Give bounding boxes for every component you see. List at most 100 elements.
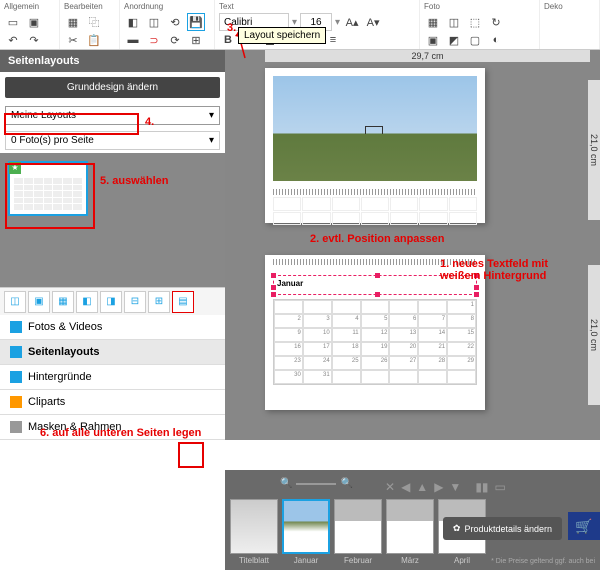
align-bottom-icon[interactable]: ▬ xyxy=(124,31,142,49)
sidebar-tabs: Fotos & Videos Seitenlayouts Hintergründ… xyxy=(0,315,225,440)
view-single-icon[interactable]: ▭ xyxy=(493,478,508,496)
sidebar: Seitenlayouts Grunddesign ändern Meine L… xyxy=(0,50,225,440)
photos-per-page-label: 0 Foto(s) pro Seite xyxy=(11,135,94,146)
camera-icon xyxy=(10,321,22,333)
layout-apply-bar: ◫ ▣ ▦ ◧ ◨ ⊟ ⊞ ▤ xyxy=(0,287,225,315)
change-design-button[interactable]: Grunddesign ändern xyxy=(5,77,220,98)
photo-placeholder[interactable] xyxy=(273,76,477,181)
ribbon-group-label: Deko xyxy=(544,2,595,11)
layout-thumbnail[interactable]: ★ xyxy=(8,161,88,216)
calendar-grid[interactable]: 1 2345678 9101112131415 16171819202122 2… xyxy=(273,299,477,385)
photo-filter-icon[interactable]: ▦ xyxy=(424,13,442,31)
layout-opt-icon[interactable]: ▣ xyxy=(28,291,50,313)
tab-seitenlayouts[interactable]: Seitenlayouts xyxy=(0,340,225,365)
bench-graphic xyxy=(365,126,383,134)
nav-buttons: ✕ ◀ ▲ ▶ ▼ ▮▮ ▭ xyxy=(383,478,508,496)
font-decrease-icon[interactable]: A▾ xyxy=(364,13,382,31)
photo-crop-icon[interactable]: ◫ xyxy=(445,13,463,31)
bottom-panel: 🔍 🔍 ✕ ◀ ▲ ▶ ▼ ▮▮ ▭ Titelblatt Januar Feb… xyxy=(225,470,600,570)
view-toggle-icon[interactable]: ▮▮ xyxy=(473,478,490,496)
sidebar-title: Seitenlayouts xyxy=(0,50,225,72)
spiral-binding xyxy=(273,189,477,195)
filmstrip-thumb[interactable]: Februar xyxy=(334,499,382,565)
filmstrip-thumb[interactable]: Januar xyxy=(282,499,330,565)
photo-shadow-icon[interactable]: ◩ xyxy=(445,31,463,49)
photos-per-page-select[interactable]: 0 Foto(s) pro Seite ▾ xyxy=(5,131,220,150)
photo-mask-icon[interactable]: ◐ xyxy=(487,31,505,49)
layout-opt-icon[interactable]: ◧ xyxy=(76,291,98,313)
calendar-page-top[interactable] xyxy=(265,68,485,223)
ribbon-group-label: Foto xyxy=(424,2,535,11)
annotation-2: 2. evtl. Position anpassen xyxy=(310,233,445,245)
bold-icon[interactable]: B xyxy=(219,31,237,49)
save-layout-icon[interactable]: 💾 xyxy=(187,13,205,31)
photo-frame-icon[interactable]: ▣ xyxy=(424,31,442,49)
nav-first-icon[interactable]: ✕ xyxy=(383,478,397,496)
zoom-in-icon[interactable]: 🔍 xyxy=(340,478,352,489)
font-increase-icon[interactable]: A▴ xyxy=(343,13,361,31)
tab-fotos[interactable]: Fotos & Videos xyxy=(0,315,225,340)
save-layout-tooltip: Layout speichern xyxy=(238,27,326,44)
layout-opt-icon[interactable]: ◫ xyxy=(4,291,26,313)
copy-icon[interactable]: ⿻ xyxy=(85,13,103,31)
layout-opt-icon[interactable]: ⊞ xyxy=(148,291,170,313)
filmstrip-thumb[interactable]: März xyxy=(386,499,434,565)
tab-masken[interactable]: Masken & Rahmen xyxy=(0,415,225,440)
ruler-horizontal: 29,7 cm xyxy=(265,50,590,62)
photo-effect-icon[interactable]: ⬚ xyxy=(466,13,484,31)
redo-icon[interactable]: ↷ xyxy=(25,31,43,49)
spiral-binding xyxy=(273,259,477,265)
magnet-icon[interactable]: ⊃ xyxy=(145,31,163,49)
new-icon[interactable]: ▭ xyxy=(4,13,22,31)
align-left-icon[interactable]: ◧ xyxy=(124,13,142,31)
layout-category-label: Meine Layouts xyxy=(11,110,76,121)
ruler-vertical: 21,0 cm xyxy=(588,265,600,405)
ruler-vertical: 21,0 cm xyxy=(588,80,600,220)
ribbon-group-label: Allgemein xyxy=(4,2,55,11)
calendar-mini-grid xyxy=(273,197,477,225)
layout-opt-icon[interactable]: ◨ xyxy=(100,291,122,313)
layout-opt-icon[interactable]: ⊟ xyxy=(124,291,146,313)
nav-next-icon[interactable]: ▶ xyxy=(432,478,445,496)
align-text-icon[interactable]: ≡ xyxy=(324,31,342,49)
cart-button[interactable]: 🛒 xyxy=(568,512,600,540)
mask-icon xyxy=(10,421,22,433)
price-footnote: * Die Preise geltend ggf. auch bei xyxy=(491,558,595,565)
apply-all-bottom-icon[interactable]: ▤ xyxy=(172,291,194,313)
layout-icon xyxy=(10,346,22,358)
calendar-page-bottom[interactable]: Januar 1 2345678 9101112131415 161718192… xyxy=(265,255,485,410)
paste-icon[interactable]: 📋 xyxy=(85,31,103,49)
photo-rotate-icon[interactable]: ↻ xyxy=(487,13,505,31)
cut-icon[interactable]: ✂ xyxy=(64,31,82,49)
chevron-down-icon: ▾ xyxy=(209,110,214,121)
open-icon[interactable]: ▣ xyxy=(25,13,43,31)
filmstrip-thumb[interactable]: Titelblatt xyxy=(230,499,278,565)
chevron-down-icon: ▾ xyxy=(209,135,214,146)
nav-down-icon[interactable]: ▼ xyxy=(447,478,463,496)
zoom-control[interactable]: 🔍 🔍 xyxy=(280,478,353,489)
product-details-button[interactable]: ✿ Produktdetails ändern xyxy=(443,517,562,540)
nav-prev-icon[interactable]: ◀ xyxy=(399,478,412,496)
annotation-box-6 xyxy=(178,442,204,468)
tab-cliparts[interactable]: Cliparts xyxy=(0,390,225,415)
layer-icon[interactable]: ▦ xyxy=(64,13,82,31)
nav-up-icon[interactable]: ▲ xyxy=(414,478,430,496)
undo-icon[interactable]: ↶ xyxy=(4,31,22,49)
cart-icon: 🛒 xyxy=(575,518,592,535)
align-center-icon[interactable]: ◫ xyxy=(145,13,163,31)
zoom-out-icon[interactable]: 🔍 xyxy=(280,478,292,489)
layout-category-select[interactable]: Meine Layouts ▾ xyxy=(5,106,220,125)
layout-opt-icon[interactable]: ▦ xyxy=(52,291,74,313)
rotate-icon[interactable]: ⟳ xyxy=(166,31,184,49)
clipart-icon xyxy=(10,396,22,408)
ribbon-group-label: Text xyxy=(219,2,415,11)
tab-hintergruende[interactable]: Hintergründe xyxy=(0,365,225,390)
grid-icon[interactable]: ⊞ xyxy=(187,31,205,49)
flip-icon[interactable]: ⟲ xyxy=(166,13,184,31)
month-textfield[interactable]: Januar xyxy=(273,275,477,295)
ribbon-group-label: Bearbeiten xyxy=(64,2,115,11)
favorite-star-icon: ★ xyxy=(9,162,21,174)
photo-border-icon[interactable]: ▢ xyxy=(466,31,484,49)
canvas-area[interactable]: 29,7 cm 21,0 cm 21,0 cm Januar xyxy=(225,50,600,440)
gear-icon: ✿ xyxy=(453,523,461,534)
